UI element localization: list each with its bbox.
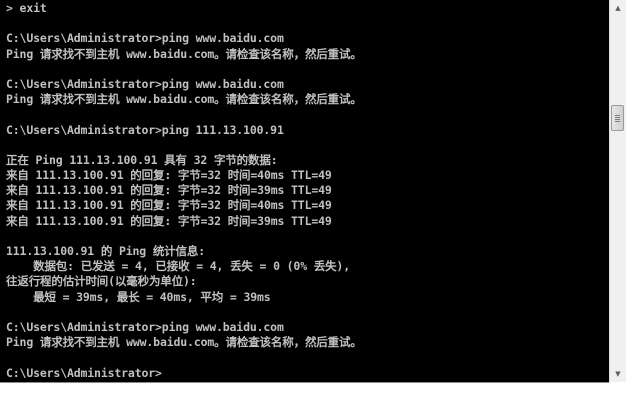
console-line: 来自 111.13.100.91 的回复: 字节=32 时间=39ms TTL=… [6, 183, 332, 198]
console-line: > exit [6, 1, 47, 15]
screen: > exit C:\Users\Administrator>ping www.b… [0, 0, 636, 400]
thumb-grip-line [615, 117, 620, 118]
scroll-up-arrow-icon[interactable]: ▲ [610, 0, 626, 16]
console-output: > exit C:\Users\Administrator>ping www.b… [6, 1, 607, 381]
console-line: 最短 = 39ms, 最长 = 40ms, 平均 = 39ms [6, 289, 271, 304]
console-line: Ping 请求找不到主机 www.baidu.com。请检查该名称，然后重试。 [6, 335, 362, 350]
thumb-grip-line [615, 121, 620, 122]
thumb-grip-line [615, 115, 620, 116]
console-line: 来自 111.13.100.91 的回复: 字节=32 时间=39ms TTL=… [6, 213, 332, 228]
console-line: 正在 Ping 111.13.100.91 具有 32 字节的数据: [6, 152, 278, 167]
console-line: C:\Users\Administrator>ping www.baidu.co… [6, 76, 284, 91]
console-line: C:\Users\Administrator>ping www.baidu.co… [6, 31, 284, 46]
window-edge [626, 0, 636, 400]
thumb-grip-line [615, 119, 620, 120]
console-line: 数据包: 已发送 = 4, 已接收 = 4, 丢失 = 0 (0% 丢失), [6, 259, 350, 274]
console-line: C:\Users\Administrator>ping 111.13.100.9… [6, 122, 284, 137]
console-prompt-line[interactable]: C:\Users\Administrator> [6, 366, 607, 381]
console-line: Ping 请求找不到主机 www.baidu.com。请检查该名称，然后重试。 [6, 46, 362, 61]
console-line: 来自 111.13.100.91 的回复: 字节=32 时间=40ms TTL=… [6, 168, 332, 183]
scrollbar-thumb[interactable] [611, 105, 624, 131]
command-prompt-console[interactable]: > exit C:\Users\Administrator>ping www.b… [0, 0, 609, 383]
console-line: Ping 请求找不到主机 www.baidu.com。请检查该名称，然后重试。 [6, 92, 362, 107]
console-line: C:\Users\Administrator>ping www.baidu.co… [6, 319, 284, 334]
console-line: 来自 111.13.100.91 的回复: 字节=32 时间=40ms TTL=… [6, 198, 332, 213]
console-line: 111.13.100.91 的 Ping 统计信息: [6, 244, 205, 258]
vertical-scrollbar[interactable]: ▲ ▼ [609, 0, 626, 382]
console-line: 往返行程的估计时间(以毫秒为单位): [6, 274, 197, 289]
scroll-down-arrow-icon[interactable]: ▼ [610, 366, 626, 382]
